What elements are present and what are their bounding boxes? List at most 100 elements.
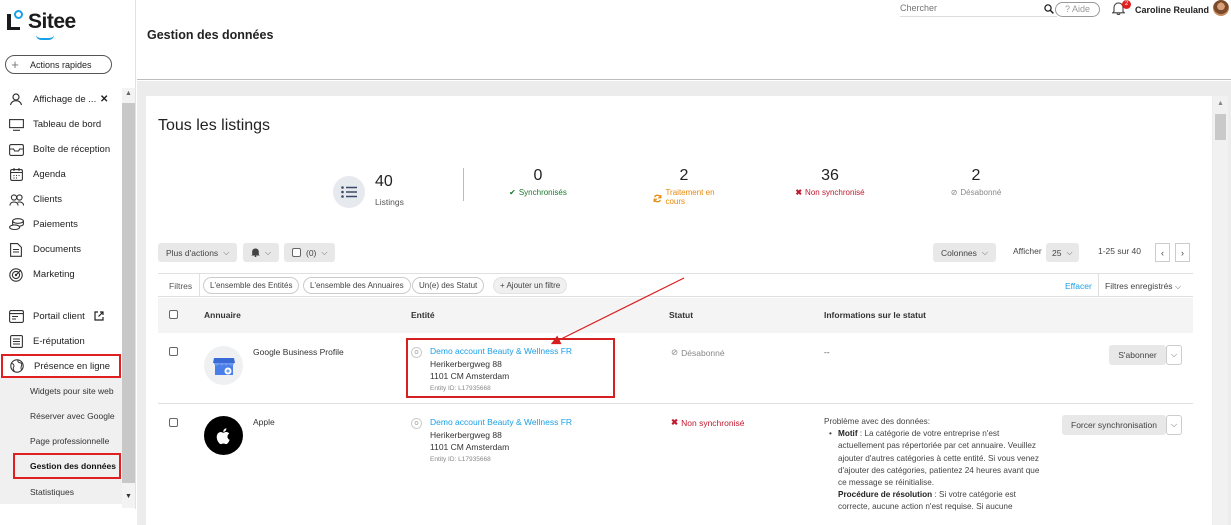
bell-icon [251, 247, 260, 259]
sidebar-item-label: Boîte de réception [33, 144, 111, 155]
search-input[interactable] [900, 3, 1040, 13]
column-header-status-info[interactable]: Informations sur le statut [824, 310, 926, 320]
row-checkbox[interactable] [169, 418, 178, 427]
list-icon [333, 176, 365, 208]
stat-label: Traitement en [665, 188, 715, 197]
sidebar-item-payments[interactable]: Paiements [0, 212, 122, 237]
row-checkbox[interactable] [169, 347, 178, 356]
column-header-entity[interactable]: Entité [411, 310, 435, 320]
columns-button[interactable]: Colonnes ⌵ [933, 243, 996, 262]
logo-text: Sitee [28, 10, 76, 33]
scroll-up-icon[interactable]: ▲ [125, 90, 132, 97]
sidebar-item-marketing[interactable]: Marketing [0, 262, 122, 287]
stat-value: 2 [679, 167, 689, 184]
close-icon[interactable]: ✕ [100, 94, 108, 105]
sidebar-subitem-widgets[interactable]: Widgets pour site web [0, 378, 122, 403]
prev-page-button[interactable]: ‹ [1155, 243, 1170, 262]
notification-badge: 2 [1122, 0, 1131, 9]
sidebar-item-label: Portail client [33, 311, 85, 322]
sidebar-item-ereputation[interactable]: E-réputation [0, 329, 122, 354]
sidebar: Sitee + Actions rapides Affichage de ...… [0, 0, 136, 525]
filter-chip-directories[interactable]: L'ensemble des Annuaires [303, 277, 411, 294]
action-menu-button[interactable]: ⌵ [1166, 415, 1182, 435]
entity-address-line1: Herikerbergweg 88 [430, 429, 502, 440]
sidebar-item-documents[interactable]: Documents [0, 237, 122, 262]
app-logo[interactable]: Sitee [6, 10, 76, 40]
clear-filters-link[interactable]: Effacer [1065, 281, 1092, 291]
sidebar-subitem-professional-page[interactable]: Page professionnelle [0, 428, 122, 453]
entity-link[interactable]: Demo account Beauty & Wellness FR [430, 416, 572, 429]
procedure-label: Procédure de résolution [838, 490, 933, 500]
sidebar-item-dashboard[interactable]: Tableau de bord [0, 112, 122, 137]
help-button[interactable]: ? Aide [1055, 2, 1100, 17]
clients-icon [8, 193, 24, 207]
stat-not-synced[interactable]: 36 ✖ Non synchronisé [780, 167, 880, 197]
saved-filters-dropdown[interactable]: Filtres enregistrés ⌵ [1105, 281, 1181, 292]
cross-icon: ✖ [795, 188, 803, 197]
plus-icon: + [11, 57, 19, 72]
search-bar [900, 3, 1057, 17]
force-sync-button[interactable]: Forcer synchronisation [1062, 415, 1166, 435]
per-page-select[interactable]: 25 ⌵ [1046, 243, 1079, 262]
per-page-value: 25 [1052, 247, 1062, 258]
select-checkbox[interactable] [292, 248, 301, 257]
sidebar-item-affichage[interactable]: Affichage de ... ✕ [0, 87, 122, 112]
stat-processing[interactable]: 2 Traitement en cours [634, 167, 734, 206]
highlight-box [406, 338, 615, 398]
columns-label: Colonnes [941, 247, 977, 258]
avatar[interactable] [1213, 0, 1229, 16]
action-menu-button[interactable]: ⌵ [1166, 345, 1182, 365]
sidebar-item-portal[interactable]: Portail client [0, 304, 122, 329]
content-scrollbar[interactable]: ▲ [1213, 96, 1228, 525]
filter-chip-status[interactable]: Un(e) des Statut [412, 277, 485, 294]
sidebar-subitem-statistics[interactable]: Statistiques [0, 479, 122, 504]
location-pin-icon [411, 418, 422, 429]
globe-icon [9, 359, 25, 373]
chevron-down-icon: ⌵ [981, 247, 988, 257]
scrollbar-thumb[interactable] [1215, 114, 1226, 140]
filters-label: Filtres [169, 281, 193, 291]
scrollbar-thumb[interactable] [122, 103, 135, 483]
status-badge: ⊘ Désabonné [671, 347, 725, 358]
sidebar-subitem-data-management[interactable]: Gestion des données [13, 453, 121, 479]
apple-logo-icon [204, 416, 243, 455]
total-listings-label: Listings [375, 197, 404, 207]
status-text: Non synchronisé [681, 417, 745, 428]
sidebar-item-online-presence[interactable]: Présence en ligne [1, 354, 121, 378]
users-icon [8, 93, 24, 107]
entity-id: Entity ID: L17935668 [430, 455, 491, 463]
stat-unsubscribed[interactable]: 2 ⊘ Désabonné [926, 167, 1026, 197]
motif-label: Motif [838, 429, 858, 439]
subscribe-button[interactable]: S'abonner [1109, 345, 1166, 365]
saved-filters-label: Filtres enregistrés [1105, 281, 1173, 291]
listings-heading: Tous les listings [158, 117, 271, 134]
status-text: Désabonné [681, 347, 725, 358]
filter-chip-entities[interactable]: L'ensemble des Entités [203, 277, 300, 294]
sidebar-item-inbox[interactable]: Boîte de réception [0, 137, 122, 162]
select-all-button[interactable]: (0) ⌵ [284, 243, 336, 262]
external-link-icon[interactable] [94, 310, 104, 323]
chevron-down-icon: ⌵ [1174, 282, 1182, 291]
status-info: Problème avec des données: Motif : La ca… [824, 416, 1044, 514]
sidebar-item-clients[interactable]: Clients [0, 187, 122, 212]
column-header-status[interactable]: Statut [669, 310, 693, 320]
check-icon: ✔ [509, 188, 516, 197]
ban-icon: ⊘ [671, 347, 679, 357]
quick-actions-button[interactable]: + Actions rapides [5, 55, 112, 74]
next-page-button[interactable]: › [1175, 243, 1190, 262]
sidebar-scrollbar[interactable]: ▲ ▼ [122, 88, 135, 508]
stat-synced[interactable]: 0 ✔ Synchronisés [488, 167, 588, 197]
add-filter-button[interactable]: + Ajouter un filtre [493, 277, 568, 294]
scroll-up-icon[interactable]: ▲ [1217, 100, 1224, 107]
user-name[interactable]: Caroline Reuland [1135, 5, 1209, 15]
scroll-down-icon[interactable]: ▼ [125, 493, 132, 500]
select-all-checkbox[interactable] [169, 310, 178, 319]
column-header-directory[interactable]: Annuaire [204, 310, 241, 320]
per-page-label: Afficher [1013, 246, 1042, 256]
more-actions-button[interactable]: Plus d'actions ⌵ [158, 243, 238, 262]
sidebar-item-label: Paiements [33, 219, 78, 230]
search-icon[interactable] [1044, 4, 1054, 16]
notification-filter-button[interactable]: ⌵ [243, 243, 280, 262]
sidebar-subitem-reserve-google[interactable]: Réserver avec Google [0, 403, 122, 428]
sidebar-item-agenda[interactable]: Agenda [0, 162, 122, 187]
